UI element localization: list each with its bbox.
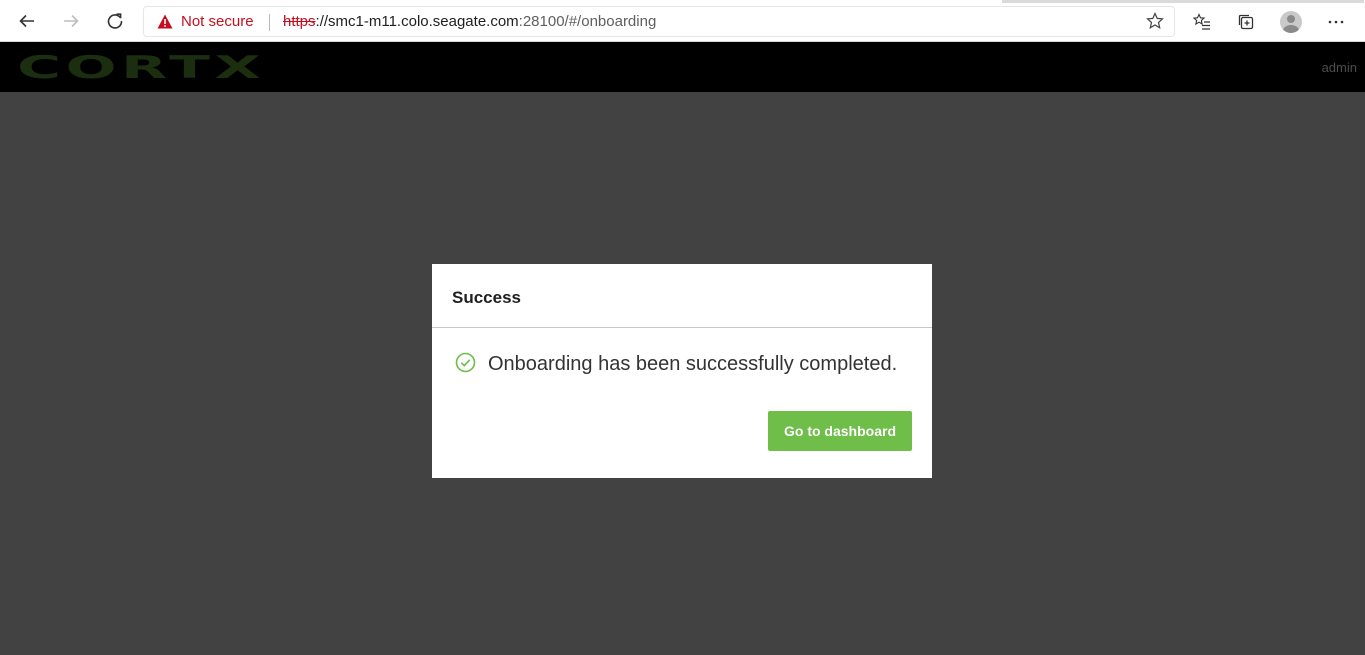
collections-button[interactable] [1232,8,1260,36]
favorites-list-icon [1193,13,1210,30]
go-to-dashboard-button[interactable]: Go to dashboard [768,411,912,451]
more-dots-icon [1328,20,1344,24]
dialog-divider [432,327,932,328]
profile-avatar-icon [1280,11,1302,33]
arrow-left-icon [19,14,34,28]
forward-button[interactable] [57,7,85,35]
warning-triangle-icon [157,14,173,29]
check-circle-icon [455,352,476,373]
reload-button[interactable] [101,7,129,35]
address-separator [269,14,270,31]
browser-toolbar: Not secure https://smc1-m11.colo.seagate… [0,0,1365,42]
url-host: ://smc1-m11.colo.seagate.com [315,13,519,30]
user-name[interactable]: admin [1322,60,1357,75]
success-dialog: Success Onboarding has been successfully… [432,264,932,478]
tab-strip-edge [1002,0,1364,3]
app-header: CORTX admin [0,42,1365,92]
dialog-message: Onboarding has been successfully complet… [488,353,898,375]
url-path: :28100/#/onboarding [518,13,657,30]
arrow-right-icon [64,14,79,28]
star-icon[interactable] [1146,12,1164,30]
reload-icon [107,13,123,29]
url-text[interactable]: https://smc1-m11.colo.seagate.com:28100/… [283,13,656,30]
address-bar[interactable]: Not secure https://smc1-m11.colo.seagate… [143,6,1175,37]
more-menu-button[interactable] [1322,8,1350,36]
back-button[interactable] [13,7,41,35]
dialog-title: Success [452,288,521,307]
collections-icon [1238,14,1254,30]
profile-button[interactable] [1277,8,1305,36]
cortx-logo[interactable]: CORTX [17,51,265,85]
favorites-button[interactable] [1188,8,1216,36]
url-scheme: https [283,13,316,30]
security-status-label[interactable]: Not secure [181,13,254,30]
